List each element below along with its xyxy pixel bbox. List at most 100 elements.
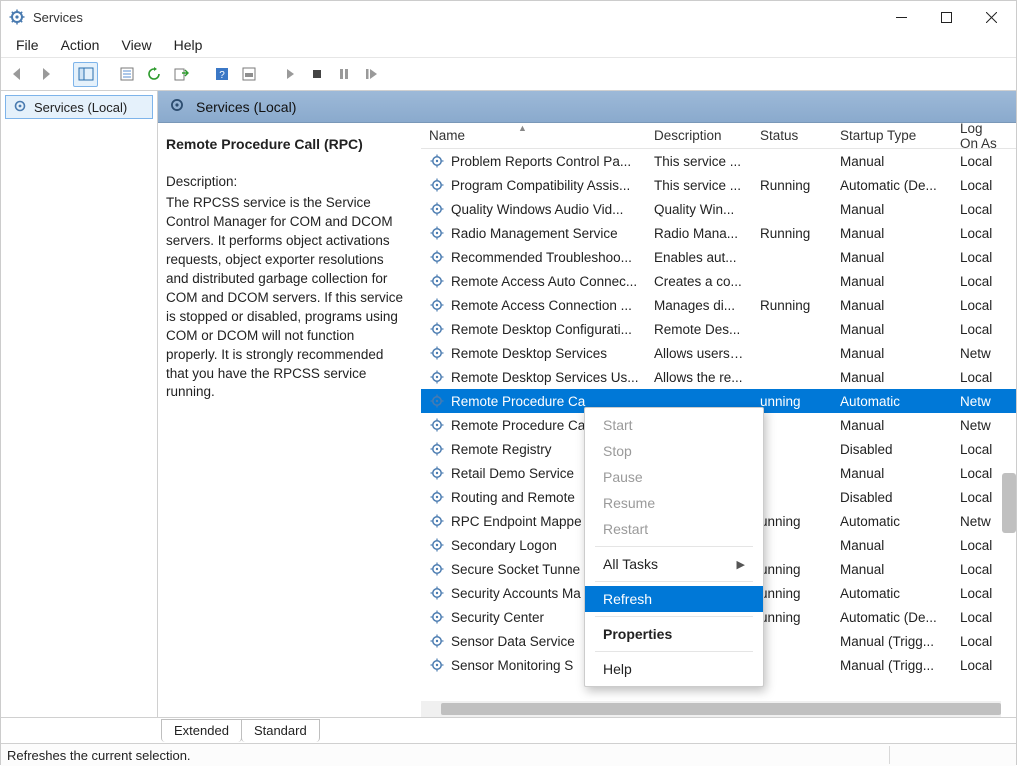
- menu-view[interactable]: View: [112, 35, 160, 55]
- menu-help[interactable]: Help: [165, 35, 212, 55]
- nav-forward-button[interactable]: [32, 62, 57, 87]
- refresh-button[interactable]: [141, 62, 166, 87]
- service-icon: [429, 369, 445, 385]
- action-button[interactable]: [236, 62, 261, 87]
- titlebar: Services: [1, 1, 1016, 33]
- service-row[interactable]: Remote Desktop Services Us...Allows the …: [421, 365, 1016, 389]
- service-startup-type: Automatic (De...: [832, 178, 952, 193]
- minimize-button[interactable]: [879, 2, 924, 32]
- nav-back-button[interactable]: [5, 62, 30, 87]
- service-row[interactable]: Remote Access Connection ...Manages di..…: [421, 293, 1016, 317]
- service-icon: [429, 345, 445, 361]
- column-description[interactable]: Description: [646, 123, 752, 148]
- horizontal-scrollbar[interactable]: [421, 701, 1001, 717]
- service-startup-type: Disabled: [832, 490, 952, 505]
- service-name: Sensor Monitoring S: [451, 658, 573, 673]
- ctx-restart[interactable]: Restart: [585, 516, 763, 542]
- service-icon: [429, 249, 445, 265]
- service-icon: [429, 633, 445, 649]
- service-description: Creates a co...: [646, 274, 752, 289]
- service-icon: [429, 609, 445, 625]
- service-name: Secure Socket Tunne: [451, 562, 580, 577]
- service-startup-type: Automatic: [832, 394, 952, 409]
- service-status: unning: [752, 394, 832, 409]
- service-row[interactable]: Remote Desktop ServicesAllows users ...M…: [421, 341, 1016, 365]
- service-row[interactable]: Program Compatibility Assis...This servi…: [421, 173, 1016, 197]
- service-name: Remote Access Connection ...: [451, 298, 632, 313]
- ctx-refresh[interactable]: Refresh: [585, 586, 763, 612]
- separator: [595, 651, 753, 652]
- service-startup-type: Manual: [832, 346, 952, 361]
- service-startup-type: Manual: [832, 466, 952, 481]
- export-list-button[interactable]: [168, 62, 193, 87]
- service-icon: [429, 537, 445, 553]
- service-startup-type: Manual: [832, 562, 952, 577]
- help-button[interactable]: ?: [209, 62, 234, 87]
- app-icon: [9, 9, 25, 25]
- column-name[interactable]: Name: [421, 123, 646, 148]
- service-row[interactable]: Recommended Troubleshoo...Enables aut...…: [421, 245, 1016, 269]
- ctx-all-tasks[interactable]: All Tasks ▶: [585, 551, 763, 577]
- list-header[interactable]: Name ▲ Description Status Startup Type L…: [421, 123, 1016, 149]
- ctx-pause[interactable]: Pause: [585, 464, 763, 490]
- menu-action[interactable]: Action: [52, 35, 109, 55]
- service-row[interactable]: Quality Windows Audio Vid...Quality Win.…: [421, 197, 1016, 221]
- ctx-start[interactable]: Start: [585, 412, 763, 438]
- vertical-scrollbar-thumb[interactable]: [1002, 473, 1016, 533]
- close-button[interactable]: [969, 2, 1014, 32]
- service-status: unning: [752, 514, 832, 529]
- ctx-properties[interactable]: Properties: [585, 621, 763, 647]
- service-name: Remote Procedure Ca: [451, 418, 585, 433]
- start-service-button[interactable]: [277, 62, 302, 87]
- service-description: Allows the re...: [646, 370, 752, 385]
- service-logon-as: Local: [952, 322, 1012, 337]
- service-icon: [429, 657, 445, 673]
- stop-service-button[interactable]: [304, 62, 329, 87]
- service-logon-as: Local: [952, 250, 1012, 265]
- properties-button[interactable]: [114, 62, 139, 87]
- service-startup-type: Automatic (De...: [832, 610, 952, 625]
- show-hide-tree-button[interactable]: [73, 62, 98, 87]
- column-status[interactable]: Status: [752, 123, 832, 148]
- service-startup-type: Automatic: [832, 514, 952, 529]
- service-icon: [429, 177, 445, 193]
- service-row[interactable]: Remote Access Auto Connec... Creates a co…: [421, 269, 1016, 293]
- column-startup-type[interactable]: Startup Type: [832, 123, 952, 148]
- service-startup-type: Automatic: [832, 586, 952, 601]
- service-icon: [429, 321, 445, 337]
- detail-panel: Remote Procedure Call (RPC) Description:…: [158, 123, 421, 717]
- service-icon: [429, 561, 445, 577]
- tab-standard[interactable]: Standard: [241, 719, 320, 742]
- restart-service-button[interactable]: [358, 62, 383, 87]
- service-icon: [429, 225, 445, 241]
- service-name: Remote Access Auto Connec...: [451, 274, 637, 289]
- pause-service-button[interactable]: [331, 62, 356, 87]
- service-row[interactable]: Problem Reports Control Pa...This servic…: [421, 149, 1016, 173]
- separator: [595, 581, 753, 582]
- service-logon-as: Local: [952, 442, 1012, 457]
- service-icon: [429, 297, 445, 313]
- service-row[interactable]: Remote Desktop Configurati...Remote Des.…: [421, 317, 1016, 341]
- ctx-help[interactable]: Help: [585, 656, 763, 682]
- ctx-resume[interactable]: Resume: [585, 490, 763, 516]
- maximize-button[interactable]: [924, 2, 969, 32]
- column-logon-as[interactable]: Log On As: [952, 123, 1012, 148]
- tab-extended[interactable]: Extended: [161, 719, 242, 742]
- menu-file[interactable]: File: [7, 35, 48, 55]
- service-description: Remote Des...: [646, 322, 752, 337]
- service-name: Secondary Logon: [451, 538, 557, 553]
- service-status: unning: [752, 586, 832, 601]
- service-startup-type: Manual: [832, 274, 952, 289]
- tree-root-services-local[interactable]: Services (Local): [5, 95, 153, 119]
- service-status: unning: [752, 610, 832, 625]
- service-icon: [429, 273, 445, 289]
- service-row[interactable]: Radio Management ServiceRadio Mana...Run…: [421, 221, 1016, 245]
- ctx-stop[interactable]: Stop: [585, 438, 763, 464]
- ctx-all-tasks-label: All Tasks: [603, 556, 658, 572]
- tree-panel: Services (Local): [1, 91, 158, 717]
- service-logon-as: Local: [952, 274, 1012, 289]
- scrollbar-thumb[interactable]: [441, 703, 1001, 715]
- service-startup-type: Manual: [832, 370, 952, 385]
- service-description: Radio Mana...: [646, 226, 752, 241]
- service-startup-type: Manual: [832, 418, 952, 433]
